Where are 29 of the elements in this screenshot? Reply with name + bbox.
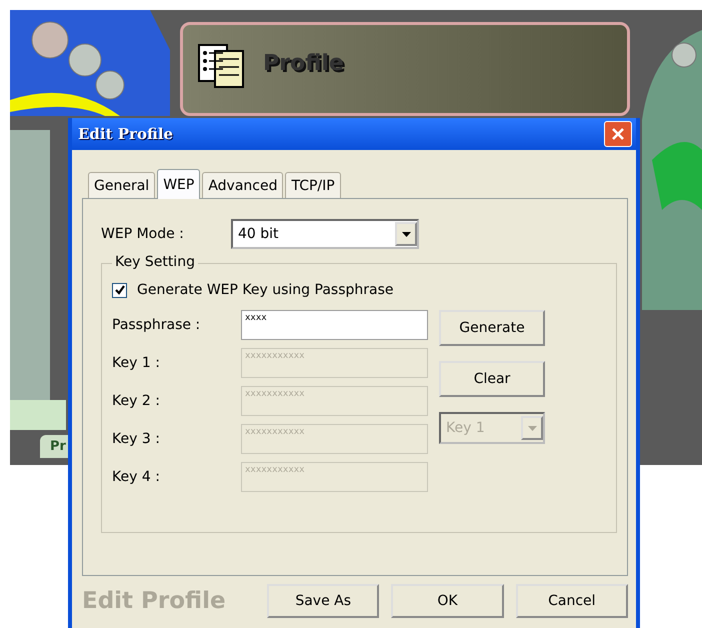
checkbox[interactable] [112, 282, 127, 298]
passphrase-field[interactable]: xxxx [241, 310, 428, 340]
close-button[interactable] [604, 121, 632, 147]
checkbox-label: Generate WEP Key using Passphrase [137, 282, 394, 298]
check-icon [114, 285, 124, 295]
group-title: Key Setting [112, 254, 198, 270]
app-title: Profile [263, 51, 344, 76]
dialog-button[interactable]: OK [391, 584, 504, 618]
document-list-icon [197, 43, 247, 91]
field-label: WEP Mode : [101, 226, 185, 242]
window-title: Edit Profile [78, 125, 174, 143]
tab[interactable]: TCP/IP [285, 172, 341, 198]
field-label: Key 2 : [112, 393, 161, 409]
field-label: Passphrase : [112, 317, 202, 333]
dialog-button[interactable]: Save As [267, 584, 380, 618]
caret-icon [528, 426, 536, 430]
caret-icon [402, 232, 410, 236]
action-button[interactable]: Generate [439, 310, 545, 346]
field-label: Key 4 : [112, 469, 161, 485]
tab[interactable]: Advanced [202, 172, 284, 198]
field-label: Key 1 : [112, 355, 161, 371]
dialog-button[interactable]: Cancel [516, 584, 628, 618]
field-label: Key 3 : [112, 431, 161, 447]
tab[interactable]: General [88, 172, 156, 198]
tab[interactable]: WEP [157, 169, 200, 199]
wep-mode-dropdown[interactable]: 40 bit [231, 219, 419, 249]
dialog-brand: Edit Profile [82, 588, 227, 614]
close-icon [611, 127, 625, 141]
action-button[interactable]: Clear [439, 361, 545, 397]
